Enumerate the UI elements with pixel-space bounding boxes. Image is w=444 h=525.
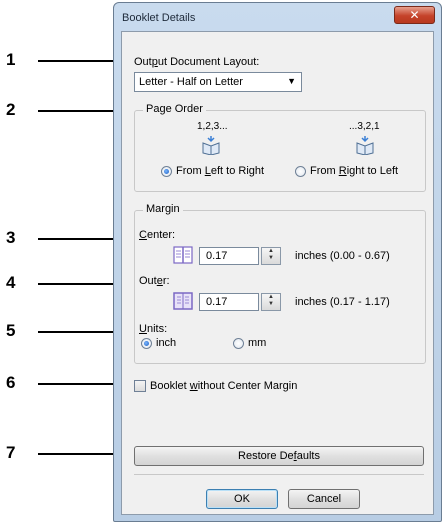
rtl-sequence-label: ...3,2,1 (349, 121, 380, 132)
unit-mm-radio[interactable] (233, 338, 244, 349)
dropdown-arrow-icon: ▼ (287, 76, 296, 86)
unit-inch-label[interactable]: inch (156, 337, 176, 349)
spin-arrows-icon: ▲ ▼ (268, 248, 274, 261)
output-layout-value: Letter - Half on Letter (139, 76, 243, 88)
page-order-legend: Page Order (143, 103, 206, 115)
dialog-title: Booklet Details (122, 12, 196, 24)
output-layout-label: Output Document Layout: (134, 56, 260, 68)
outer-range-label: inches (0.17 - 1.17) (295, 296, 390, 308)
close-button[interactable]: ✕ (394, 6, 435, 24)
center-label: Center: (139, 229, 176, 241)
booklet-details-dialog: Booklet Details ✕ Output Document Layout… (113, 2, 442, 522)
booklet-ltr-icon (202, 136, 220, 155)
ltr-sequence-label: 1,2,3... (197, 121, 228, 132)
center-margin-input[interactable]: 0.17 (199, 247, 259, 265)
units-label: Units: (139, 323, 168, 335)
outer-spin-button[interactable]: ▲ ▼ (261, 293, 281, 311)
book-outer-icon (173, 292, 193, 310)
margin-group: Margin Center: 0.17 ▲ ▼ inches (0.00 - 0.… (134, 203, 426, 364)
center-spin-button[interactable]: ▲ ▼ (261, 247, 281, 265)
margin-legend: Margin (143, 203, 183, 215)
booklet-rtl-icon (356, 136, 374, 155)
page-order-group: Page Order 1,2,3... ...3,2,1 From Left t… (134, 103, 426, 192)
close-icon: ✕ (409, 8, 420, 22)
booklet-without-center-margin-label[interactable]: Booklet without Center Margin (150, 380, 297, 392)
button-separator (134, 474, 424, 475)
outer-label: Outer: (139, 275, 170, 287)
outer-margin-input[interactable]: 0.17 (199, 293, 259, 311)
spin-arrows-icon: ▲ ▼ (268, 294, 274, 307)
title-bar[interactable]: Booklet Details ✕ (114, 3, 441, 29)
ltr-radio[interactable] (161, 166, 172, 177)
book-center-icon (173, 246, 193, 264)
output-layout-select[interactable]: Letter - Half on Letter ▼ (134, 72, 302, 92)
booklet-without-center-margin-checkbox[interactable] (134, 380, 146, 392)
dialog-content: Output Document Layout: Letter - Half on… (121, 31, 434, 515)
unit-mm-label[interactable]: mm (248, 337, 266, 349)
rtl-radio[interactable] (295, 166, 306, 177)
center-range-label: inches (0.00 - 0.67) (295, 250, 390, 262)
unit-inch-radio[interactable] (141, 338, 152, 349)
ltr-label[interactable]: From Left to Right (176, 165, 264, 177)
restore-defaults-button[interactable]: Restore Defaults (134, 446, 424, 466)
ok-button[interactable]: OK (206, 489, 278, 509)
cancel-button[interactable]: Cancel (288, 489, 360, 509)
rtl-label[interactable]: From Right to Left (310, 165, 398, 177)
